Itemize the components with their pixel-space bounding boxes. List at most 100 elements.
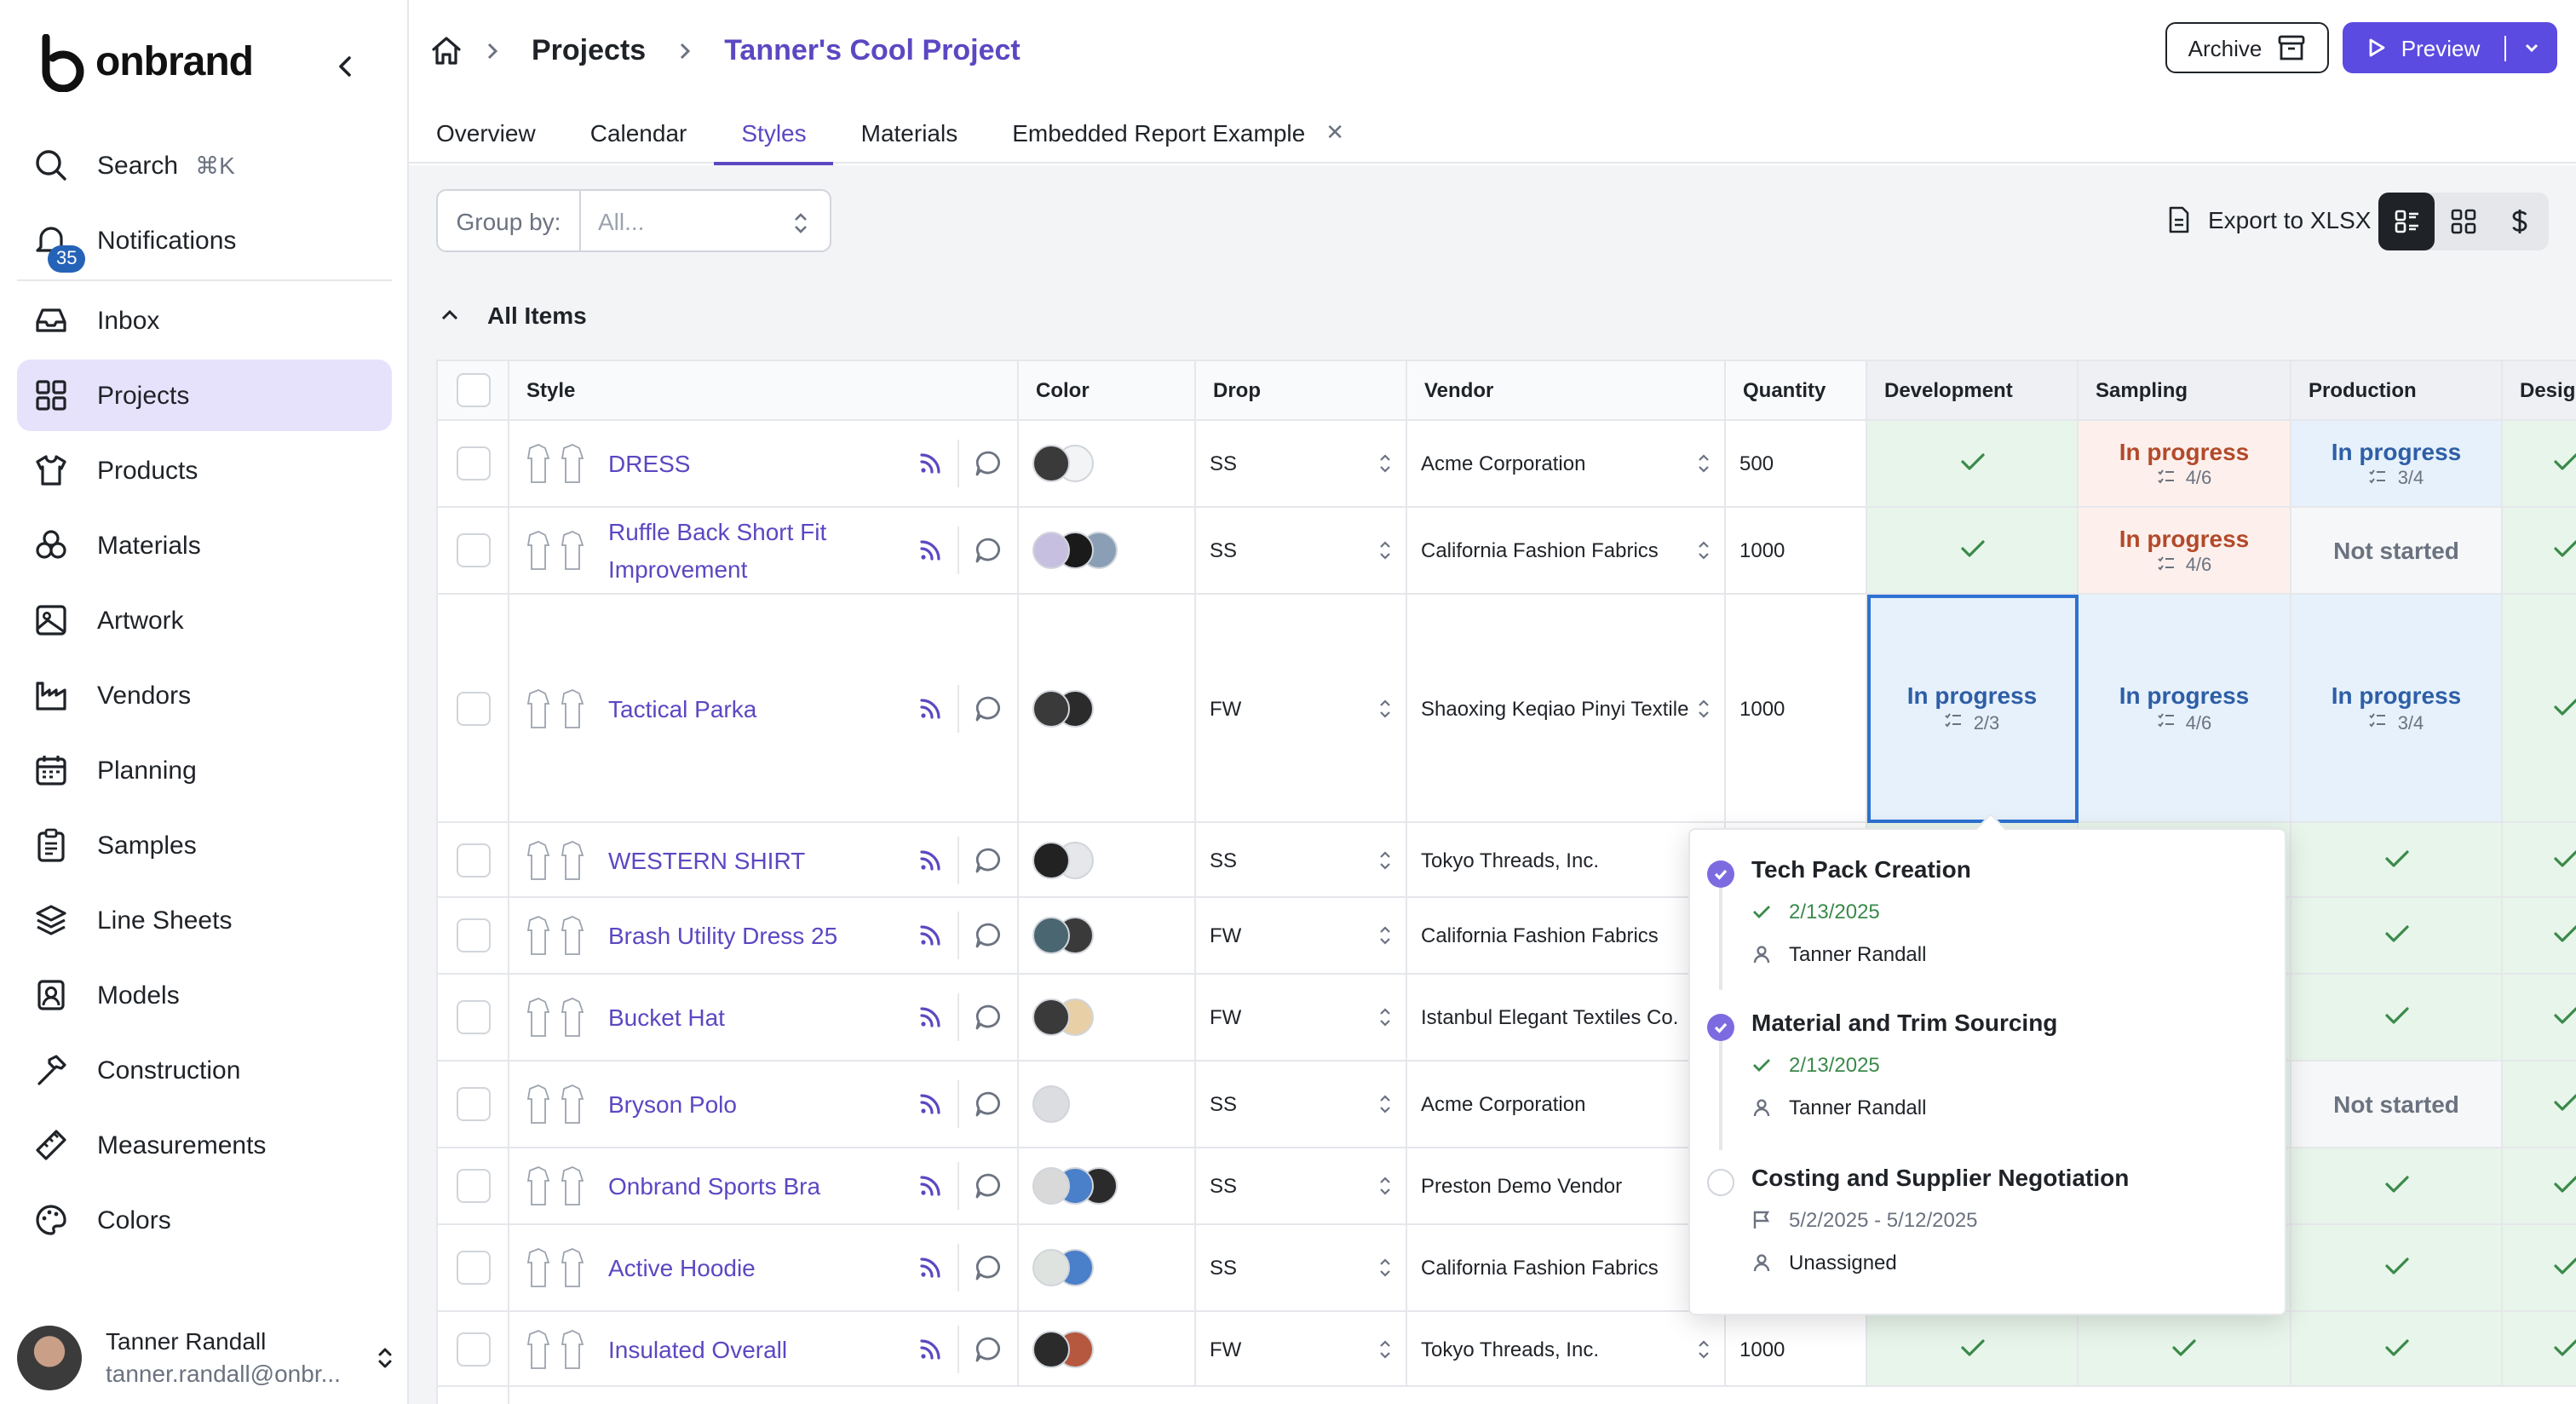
stage-cell[interactable] — [1866, 419, 2079, 508]
column-header-production[interactable]: Production — [2290, 360, 2503, 421]
sidebar-item-products[interactable]: Products — [17, 434, 392, 506]
stage-cell[interactable] — [2501, 1060, 2576, 1148]
color-swatch[interactable] — [1032, 532, 1070, 569]
table-row[interactable]: DRESS SS Acme Corporation 500 In progress 4/6… — [436, 419, 2576, 508]
stage-cell[interactable]: Not started — [2290, 1060, 2503, 1148]
drop-cell[interactable]: SS — [1194, 419, 1407, 508]
feed-icon[interactable] — [917, 846, 944, 873]
row-checkbox[interactable] — [456, 1087, 490, 1121]
style-name-link[interactable]: Active Hoodie — [608, 1249, 917, 1286]
list-view-button[interactable] — [2378, 193, 2435, 250]
archive-button[interactable]: Archive — [2165, 22, 2329, 73]
row-checkbox[interactable] — [456, 691, 490, 725]
comment-icon[interactable] — [973, 1002, 1003, 1033]
column-header-style[interactable]: Style — [508, 360, 1019, 421]
sidebar-item-construction[interactable]: Construction — [17, 1034, 392, 1106]
task-complete-icon[interactable] — [1707, 1014, 1734, 1041]
vendor-cell[interactable]: California Fashion Fabrics — [1406, 1223, 1726, 1312]
grid-view-button[interactable] — [2435, 193, 2491, 250]
task-item[interactable]: Material and Trim Sourcing 2/13/2025 Tan… — [1751, 1009, 2057, 1121]
vendor-cell[interactable]: California Fashion Fabrics — [1406, 896, 1726, 975]
quantity-cell[interactable]: 1000 — [1724, 1310, 1867, 1387]
style-name-link[interactable]: Onbrand Sports Bra — [608, 1167, 917, 1205]
stage-cell[interactable] — [2501, 896, 2576, 975]
drop-cell[interactable]: SS — [1194, 1060, 1407, 1148]
column-header-vendor[interactable]: Vendor — [1406, 360, 1726, 421]
vendor-cell[interactable]: Acme Corporation — [1406, 1060, 1726, 1148]
color-swatch[interactable] — [1032, 1085, 1070, 1123]
stage-cell[interactable] — [2290, 1310, 2503, 1387]
cost-view-button[interactable] — [2491, 193, 2547, 250]
table-row[interactable]: Insulated Overall FW Tokyo Threads, Inc. 10… — [436, 1310, 2576, 1387]
vendor-cell[interactable]: Tokyo Threads, Inc. — [1406, 1310, 1726, 1387]
style-name-link[interactable]: Bucket Hat — [608, 998, 917, 1036]
stage-cell[interactable] — [2290, 973, 2503, 1062]
tab-styles[interactable]: Styles — [714, 106, 834, 165]
stage-cell[interactable]: Not started — [2290, 506, 2503, 595]
task-item[interactable]: Costing and Supplier Negotiation 5/2/202… — [1751, 1164, 2129, 1276]
drop-cell[interactable]: FW — [1194, 896, 1407, 975]
feed-icon[interactable] — [917, 1172, 944, 1200]
stage-cell[interactable] — [2501, 821, 2576, 898]
table-row[interactable]: Tactical Parka FW Shaoxing Keqiao Pinyi Te… — [436, 593, 2576, 823]
comment-icon[interactable] — [973, 844, 1003, 875]
sidebar-item-inbox[interactable]: Inbox — [17, 285, 392, 356]
drop-cell[interactable]: SS — [1194, 821, 1407, 898]
group-by-select[interactable]: Group by: All... — [436, 189, 831, 252]
style-name-link[interactable]: DRESS — [608, 445, 917, 482]
color-swatch[interactable] — [1032, 689, 1070, 727]
preview-button[interactable]: Preview — [2343, 35, 2506, 60]
feed-icon[interactable] — [917, 537, 944, 564]
sidebar-item-search[interactable]: Search ⌘K — [17, 129, 392, 201]
style-name-link[interactable]: Bryson Polo — [608, 1085, 917, 1123]
vendor-cell[interactable]: Istanbul Elegant Textiles Co. — [1406, 973, 1726, 1062]
style-name-link[interactable]: Ruffle Back Short Fit Improvement — [608, 513, 917, 588]
tab-materials[interactable]: Materials — [834, 106, 986, 164]
comment-icon[interactable] — [973, 1089, 1003, 1119]
close-tab-icon[interactable]: ✕ — [1325, 112, 1344, 153]
stage-cell[interactable] — [2290, 821, 2503, 898]
row-checkbox[interactable] — [456, 1000, 490, 1034]
color-swatch[interactable] — [1032, 1167, 1070, 1205]
stage-cell[interactable] — [2501, 1310, 2576, 1387]
drop-cell[interactable]: SS — [1194, 506, 1407, 595]
column-header-development[interactable]: Development — [1866, 360, 2079, 421]
stage-cell[interactable] — [2077, 1310, 2291, 1387]
logo[interactable]: onbrand — [37, 34, 254, 92]
quantity-cell[interactable]: 500 — [1724, 419, 1867, 508]
column-header-quantity[interactable]: Quantity — [1724, 360, 1867, 421]
stage-cell[interactable] — [2290, 1147, 2503, 1225]
sidebar-item-models[interactable]: Models — [17, 959, 392, 1031]
color-swatch[interactable] — [1032, 1330, 1070, 1367]
stage-cell[interactable]: In progress 2/3 — [1866, 593, 2079, 823]
quantity-cell[interactable]: 1000 — [1724, 506, 1867, 595]
color-swatch[interactable] — [1032, 841, 1070, 878]
sidebar-item-vendors[interactable]: Vendors — [17, 659, 392, 731]
drop-cell[interactable]: FW — [1194, 1310, 1407, 1387]
feed-icon[interactable] — [917, 450, 944, 477]
stage-cell[interactable] — [2501, 1147, 2576, 1225]
sidebar-item-line-sheets[interactable]: Line Sheets — [17, 884, 392, 956]
user-menu[interactable]: Tanner Randall tanner.randall@onbr... — [17, 1322, 395, 1394]
tab-overview[interactable]: Overview — [409, 106, 563, 164]
style-name-link[interactable]: WESTERN SHIRT — [608, 841, 917, 878]
row-checkbox[interactable] — [456, 918, 490, 952]
column-header-color[interactable]: Color — [1017, 360, 1196, 421]
stage-cell[interactable] — [2290, 896, 2503, 975]
row-checkbox[interactable] — [456, 1169, 490, 1203]
comment-icon[interactable] — [973, 1333, 1003, 1364]
style-name-link[interactable]: Tactical Parka — [608, 689, 917, 727]
select-all-checkbox[interactable] — [456, 373, 490, 407]
color-swatch[interactable] — [1032, 1249, 1070, 1286]
sidebar-item-materials[interactable]: Materials — [17, 509, 392, 581]
preview-options-button[interactable] — [2506, 41, 2557, 55]
comment-icon[interactable] — [973, 920, 1003, 951]
column-header-sampling[interactable]: Sampling — [2077, 360, 2291, 421]
row-checkbox[interactable] — [456, 533, 490, 567]
breadcrumb-projects[interactable]: Projects — [532, 34, 646, 68]
sidebar-item-notifications[interactable]: 35 Notifications — [17, 204, 392, 276]
stage-cell[interactable]: In progress 4/6 — [2077, 593, 2291, 823]
table-row[interactable]: Ruffle Back Short Fit Improvement SS Calif… — [436, 506, 2576, 595]
color-swatch[interactable] — [1032, 445, 1070, 482]
stage-cell[interactable] — [1866, 1310, 2079, 1387]
